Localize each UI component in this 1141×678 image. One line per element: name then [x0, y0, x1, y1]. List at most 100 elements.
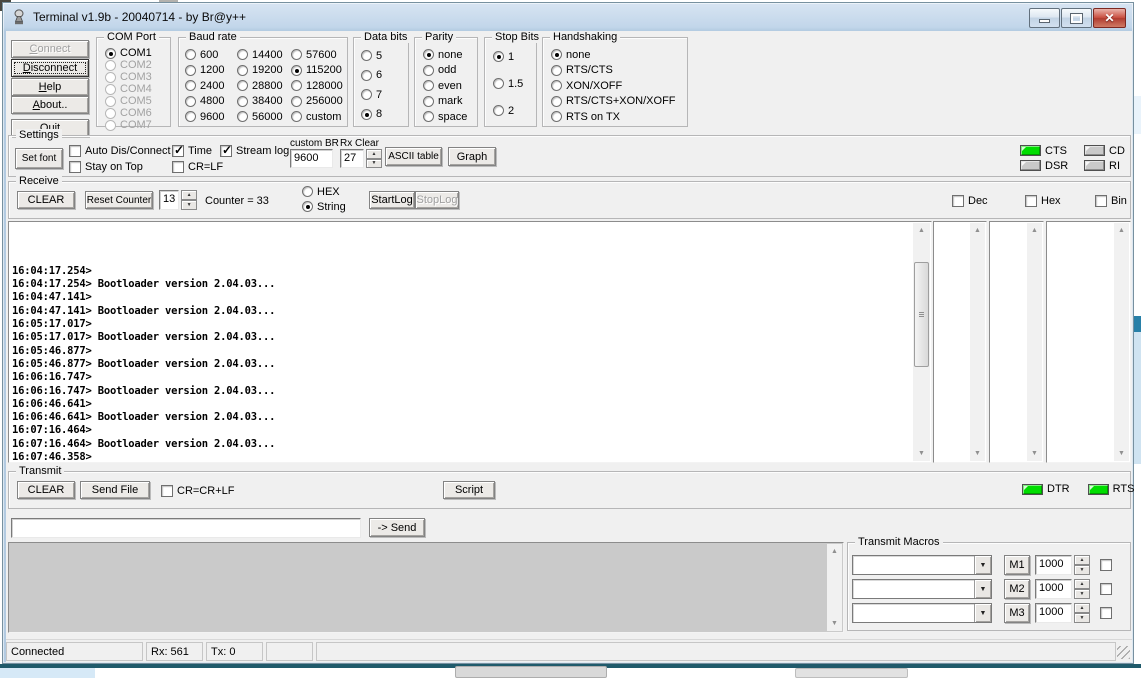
transmit-history-pane[interactable]: ▲ ▼ [8, 542, 844, 633]
spinner-up-icon[interactable]: ▲ [1074, 603, 1090, 613]
baud-radio[interactable]: 2400 [185, 79, 233, 92]
macro-combobox[interactable]: ▼ [852, 603, 992, 623]
spinner-down-icon[interactable]: ▼ [1074, 613, 1090, 623]
scroll-up-icon[interactable]: ▲ [913, 223, 930, 238]
aux-scrollbar-1[interactable]: ▲ ▼ [970, 223, 985, 461]
aux-pane-1[interactable]: ▲ ▼ [933, 221, 987, 463]
baud-radio[interactable]: 256000 [291, 95, 345, 108]
counter-spinner[interactable]: 13 ▲ ▼ [159, 190, 197, 210]
macro-repeat-checkbox[interactable] [1100, 583, 1112, 595]
macro-repeat-checkbox[interactable] [1100, 607, 1112, 619]
handshaking-radio[interactable]: RTS/CTS [551, 64, 683, 77]
spinner-down-icon[interactable]: ▼ [181, 200, 197, 210]
parity-radio[interactable]: odd [423, 64, 473, 77]
log-scrollbar[interactable]: ▲ ▼ [913, 223, 930, 461]
com-port-radio[interactable]: COM6 [105, 107, 163, 119]
baud-radio[interactable]: 4800 [185, 95, 233, 108]
spinner-down-icon[interactable]: ▼ [366, 159, 382, 169]
spinner-up-icon[interactable]: ▲ [181, 190, 197, 200]
resize-grip[interactable] [1117, 646, 1130, 659]
macro-button[interactable]: M2 [1004, 579, 1030, 599]
disconnect-button[interactable]: Disconnect [11, 59, 89, 77]
spinner-down-icon[interactable]: ▼ [1074, 589, 1090, 599]
baud-radio[interactable]: 115200 [291, 64, 345, 77]
handshaking-radio[interactable]: XON/XOFF [551, 79, 683, 92]
titlebar[interactable]: Terminal v1.9b - 20040714 - by Br@y++ ✕ [3, 3, 1133, 30]
transmit-clear-button[interactable]: CLEAR [17, 481, 75, 499]
help-button[interactable]: Help [11, 78, 89, 96]
auto-disconnect-checkbox[interactable]: Auto Dis/Connect [69, 144, 171, 157]
baud-radio[interactable]: 38400 [237, 95, 289, 108]
com-port-radio[interactable]: COM4 [105, 83, 163, 95]
dropdown-arrow-icon[interactable]: ▼ [974, 580, 991, 598]
maximize-button[interactable] [1061, 8, 1092, 28]
scroll-up-icon[interactable]: ▲ [970, 223, 985, 238]
cr-lf-checkbox[interactable]: CR=LF [172, 160, 223, 173]
data-bits-radio[interactable]: 6 [361, 69, 401, 82]
handshaking-radio[interactable]: RTS/CTS+XON/XOFF [551, 95, 683, 108]
data-bits-radio[interactable]: 7 [361, 88, 401, 101]
start-log-button[interactable]: StartLog [369, 191, 415, 209]
baud-radio[interactable]: 57600 [291, 48, 345, 61]
aux-pane-3[interactable]: ▲ ▼ [1046, 221, 1131, 463]
parity-radio[interactable]: mark [423, 95, 473, 108]
baud-radio[interactable]: 28800 [237, 79, 289, 92]
spinner-down-icon[interactable]: ▼ [1074, 565, 1090, 575]
minimize-button[interactable] [1029, 8, 1060, 28]
spinner-up-icon[interactable]: ▲ [1074, 555, 1090, 565]
parity-radio[interactable]: even [423, 79, 473, 92]
hex-checkbox[interactable]: Hex [1025, 194, 1061, 207]
macro-combobox[interactable]: ▼ [852, 555, 992, 575]
reset-counter-button[interactable]: Reset Counter [85, 191, 153, 209]
graph-button[interactable]: Graph [448, 147, 496, 166]
send-file-button[interactable]: Send File [80, 481, 150, 499]
macro-button[interactable]: M1 [1004, 555, 1030, 575]
send-input[interactable] [11, 518, 361, 538]
stop-bits-radio[interactable]: 1.5 [493, 77, 531, 90]
aux-scrollbar-2[interactable]: ▲ ▼ [1027, 223, 1042, 461]
spinner-up-icon[interactable]: ▲ [366, 149, 382, 159]
aux-pane-2[interactable]: ▲ ▼ [989, 221, 1044, 463]
stream-log-checkbox[interactable]: Stream log [220, 144, 289, 157]
dropdown-arrow-icon[interactable]: ▼ [974, 604, 991, 622]
baud-radio[interactable]: 600 [185, 48, 233, 61]
macro-delay-spinner[interactable]: 1000 ▲ ▼ [1035, 603, 1090, 623]
com-port-radio[interactable]: COM7 [105, 119, 163, 131]
data-bits-radio[interactable]: 8 [361, 108, 401, 121]
bin-checkbox[interactable]: Bin [1095, 194, 1127, 207]
scroll-down-icon[interactable]: ▼ [1027, 446, 1042, 461]
macro-delay-spinner[interactable]: 1000 ▲ ▼ [1035, 555, 1090, 575]
com-port-radio[interactable]: COM1 [105, 47, 163, 59]
scroll-up-icon[interactable]: ▲ [1027, 223, 1042, 238]
rx-clear-spinner[interactable]: 27 ▲ ▼ [340, 149, 382, 168]
scroll-down-icon[interactable]: ▼ [827, 616, 842, 631]
cr-crlf-checkbox[interactable]: CR=CR+LF [161, 484, 234, 497]
stop-bits-radio[interactable]: 2 [493, 104, 531, 117]
script-button[interactable]: Script [443, 481, 495, 499]
baud-radio[interactable]: 14400 [237, 48, 289, 61]
baud-radio[interactable]: 1200 [185, 64, 233, 77]
com-port-radio[interactable]: COM2 [105, 59, 163, 71]
send-button[interactable]: -> Send [369, 518, 425, 537]
baud-radio[interactable]: custom [291, 110, 345, 123]
macro-delay-spinner[interactable]: 1000 ▲ ▼ [1035, 579, 1090, 599]
about-button[interactable]: About.. [11, 96, 89, 114]
connect-button[interactable]: Connect [11, 40, 89, 58]
scrollbar-track[interactable] [913, 238, 930, 446]
time-checkbox[interactable]: Time [172, 144, 212, 157]
transmit-history-scrollbar[interactable]: ▲ ▼ [827, 544, 842, 631]
stop-log-button[interactable]: StopLog [415, 191, 459, 209]
handshaking-radio[interactable]: none [551, 48, 683, 61]
macro-repeat-checkbox[interactable] [1100, 559, 1112, 571]
scroll-down-icon[interactable]: ▼ [970, 446, 985, 461]
aux-scrollbar-3[interactable]: ▲ ▼ [1114, 223, 1129, 461]
spinner-up-icon[interactable]: ▲ [1074, 579, 1090, 589]
parity-radio[interactable]: none [423, 48, 473, 61]
custom-br-input[interactable]: 9600 [290, 149, 333, 168]
parity-radio[interactable]: space [423, 110, 473, 123]
com-port-radio[interactable]: COM5 [105, 95, 163, 107]
receive-mode-radio[interactable]: HEX [302, 185, 362, 198]
com-port-radio[interactable]: COM3 [105, 71, 163, 83]
baud-radio[interactable]: 128000 [291, 79, 345, 92]
stop-bits-radio[interactable]: 1 [493, 50, 531, 63]
